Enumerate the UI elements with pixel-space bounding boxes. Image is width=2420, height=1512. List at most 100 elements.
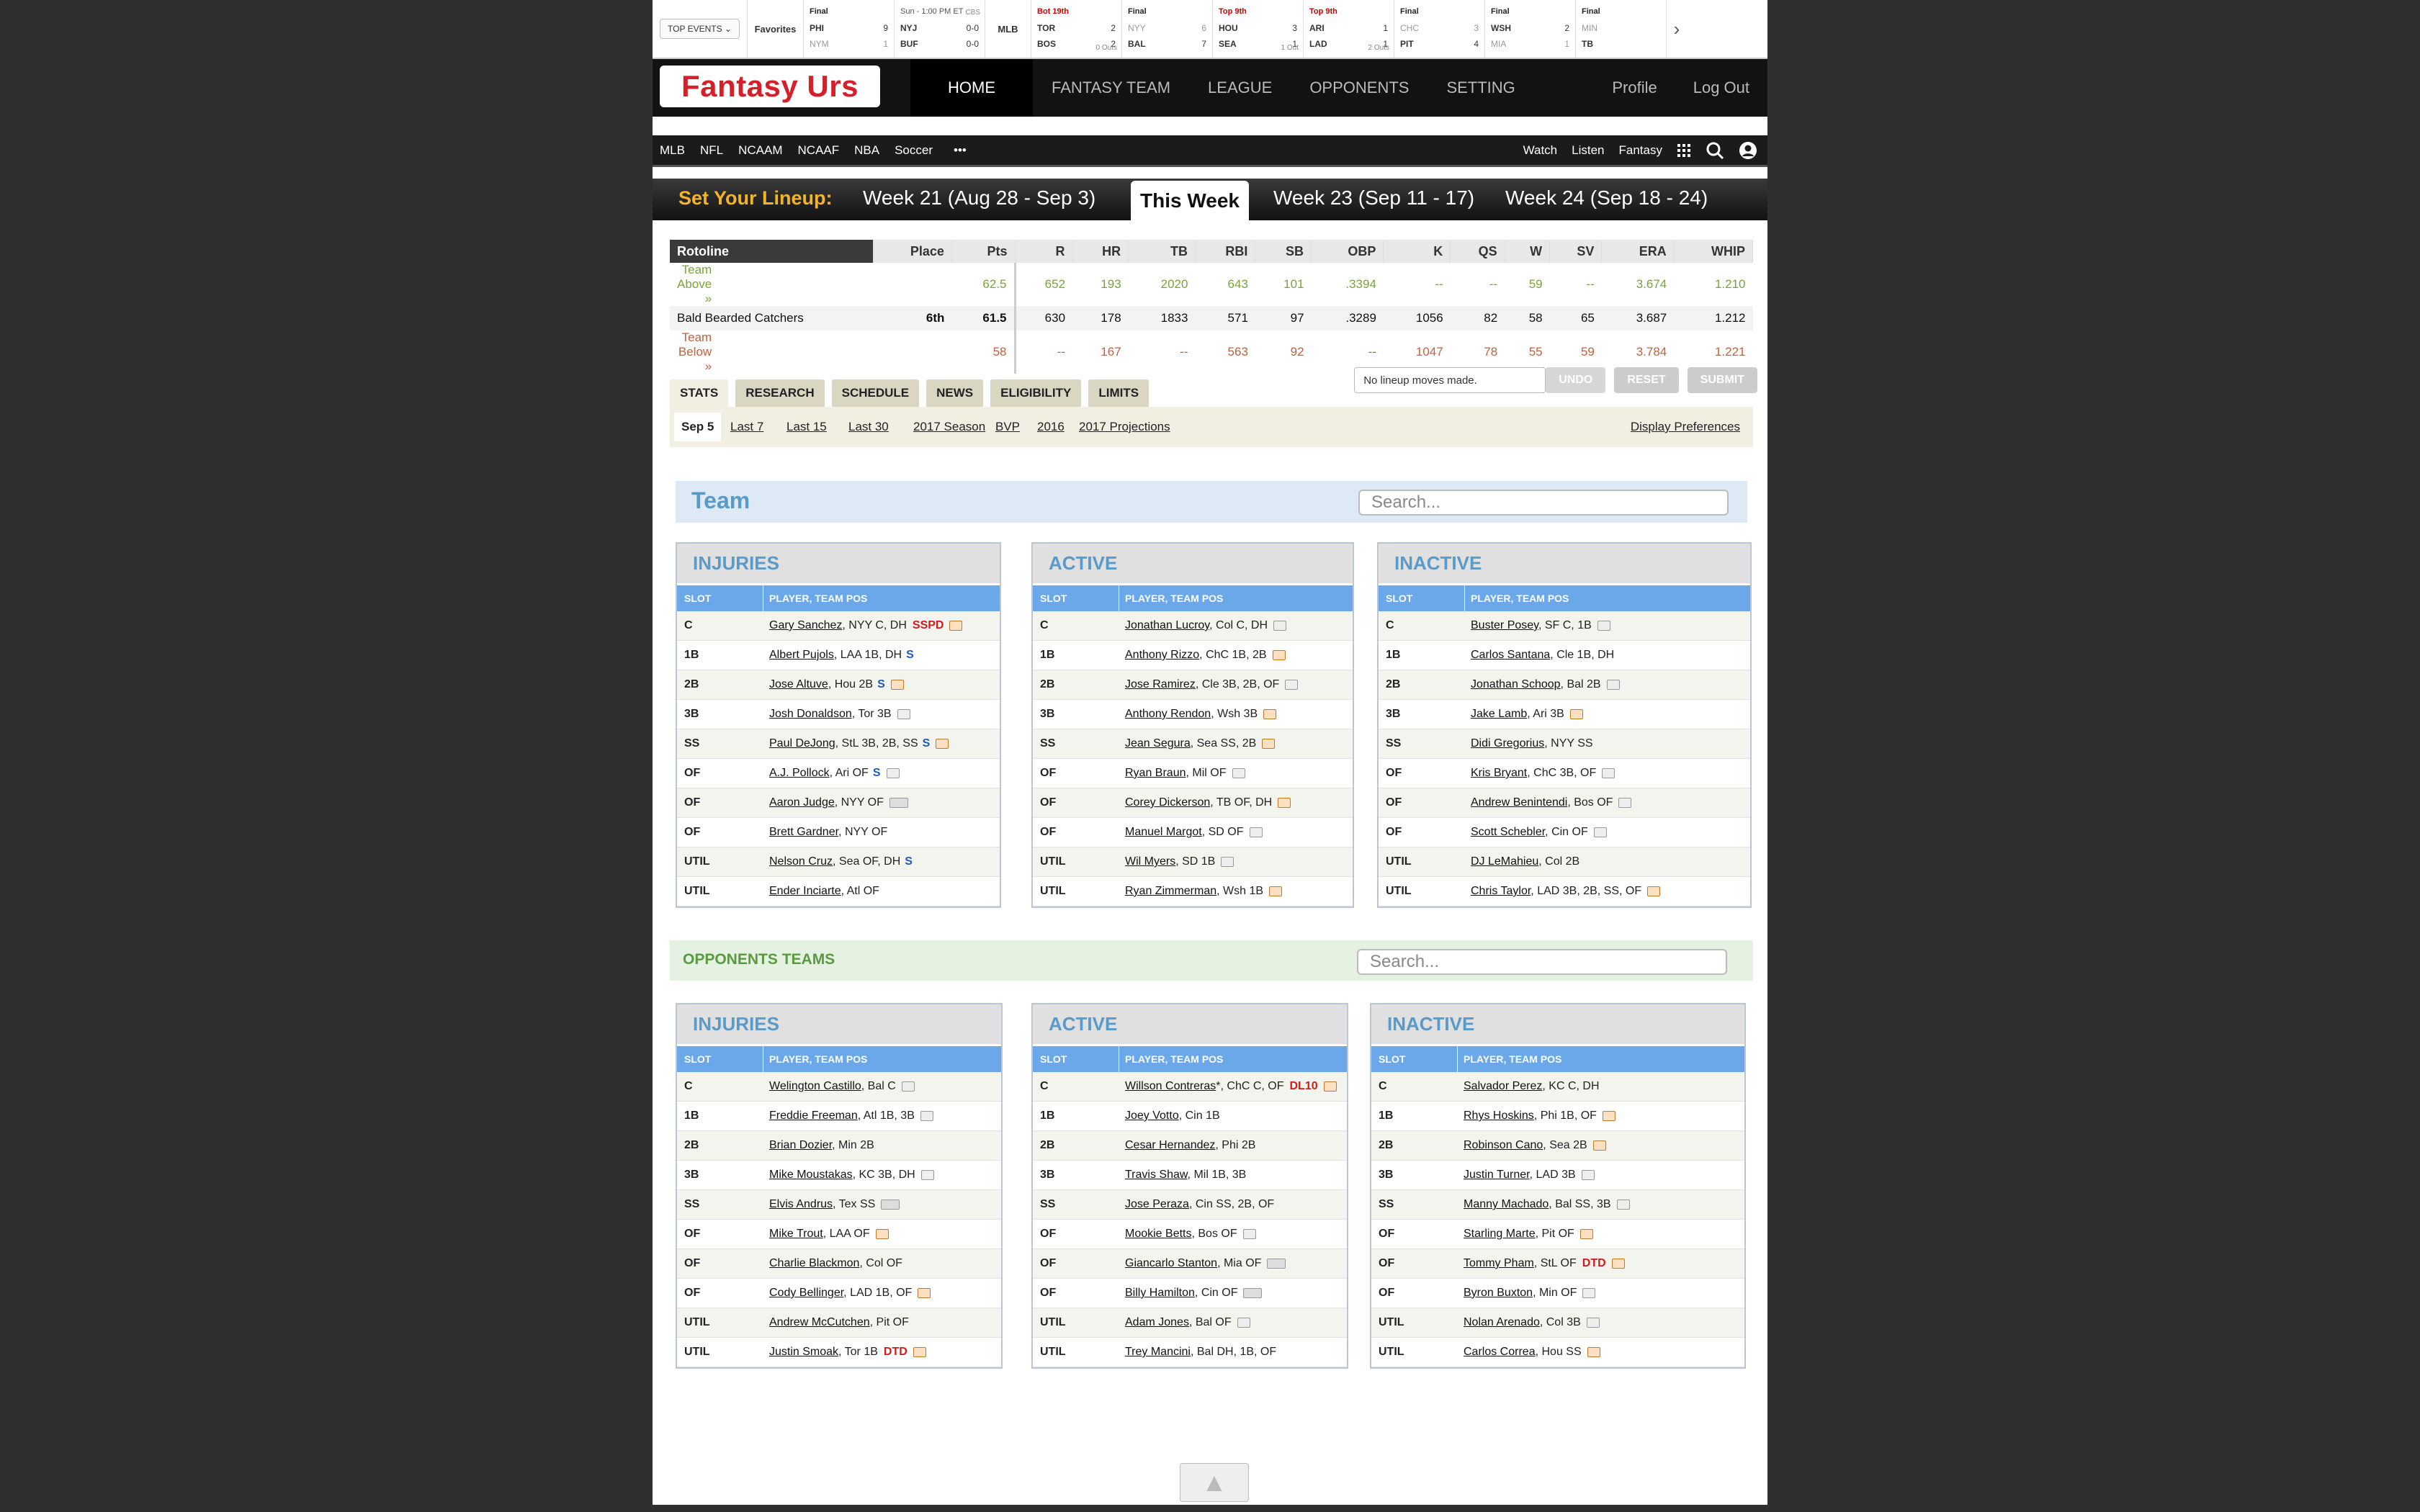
slot-label[interactable]: C [1033, 1080, 1119, 1093]
player-note-icon[interactable] [1269, 886, 1283, 896]
player-name-link[interactable]: Justin Smoak [769, 1346, 838, 1358]
slot-label[interactable]: UTIL [1379, 855, 1465, 868]
slot-label[interactable]: OF [1033, 1257, 1119, 1270]
sport-nfl[interactable]: NFL [700, 143, 723, 158]
user-account-icon[interactable] [1739, 141, 1757, 160]
slot-label[interactable]: 3B [677, 1169, 763, 1182]
player-note-icon[interactable] [1242, 1228, 1256, 1239]
display-preferences-link[interactable]: Display Preferences [1631, 407, 1740, 447]
player-name-link[interactable]: Carlos Santana [1471, 649, 1550, 661]
player-name-link[interactable]: Billy Hamilton [1125, 1287, 1195, 1299]
player-name-link[interactable]: Robinson Cano [1464, 1139, 1543, 1151]
player-note-icon[interactable] [1593, 827, 1607, 837]
slot-label[interactable]: C [1379, 619, 1465, 632]
player-name-link[interactable]: Ryan Braun [1125, 767, 1186, 779]
undo-button[interactable]: UNDO [1546, 367, 1606, 393]
slot-label[interactable]: OF [1379, 796, 1465, 809]
slot-label[interactable]: 1B [1379, 649, 1465, 662]
logout-link[interactable]: Log Out [1675, 59, 1767, 117]
player-name-link[interactable]: Mike Trout [769, 1228, 823, 1240]
player-note-icon[interactable] [1278, 797, 1291, 808]
slot-label[interactable]: OF [677, 1257, 763, 1270]
player-note-icon[interactable] [1602, 768, 1615, 778]
player-name-link[interactable]: Wil Myers [1125, 855, 1175, 868]
period-bvp[interactable]: BVP [995, 407, 1020, 447]
slot-label[interactable]: C [1033, 619, 1119, 632]
multiple-notes-icon[interactable] [1243, 1287, 1263, 1298]
player-name-link[interactable]: Jose Altuve [769, 678, 828, 690]
slot-label[interactable]: 1B [1033, 649, 1119, 662]
player-name-link[interactable]: Carlos Correa [1464, 1346, 1536, 1358]
player-name-link[interactable]: Nolan Arenado [1464, 1316, 1540, 1328]
player-name-link[interactable]: Kris Bryant [1471, 767, 1527, 779]
player-name-link[interactable]: Tommy Pham [1464, 1257, 1534, 1269]
player-note-icon[interactable] [936, 738, 949, 749]
player-name-link[interactable]: Jake Lamb [1471, 708, 1527, 720]
slot-label[interactable]: 3B [1371, 1169, 1458, 1182]
slot-label[interactable]: 3B [1379, 708, 1465, 721]
player-name-link[interactable]: Welington Castillo [769, 1080, 861, 1092]
favorites-tab[interactable]: Favorites [748, 0, 804, 58]
tab-stats[interactable]: STATS [670, 379, 729, 407]
period-2017-season[interactable]: 2017 Season [913, 407, 985, 447]
player-name-link[interactable]: Jonathan Lucroy [1125, 619, 1209, 631]
slot-label[interactable]: SS [1033, 1198, 1119, 1211]
player-name-link[interactable]: Brian Dozier [769, 1139, 832, 1151]
player-name-link[interactable]: Giancarlo Stanton [1125, 1257, 1217, 1269]
player-name-link[interactable]: A.J. Pollock [769, 767, 830, 779]
tab-limits[interactable]: LIMITS [1088, 379, 1150, 407]
player-name-link[interactable]: Salvador Perez [1464, 1080, 1542, 1092]
site-logo[interactable]: Fantasy Urs [660, 66, 880, 107]
slot-label[interactable]: OF [1379, 826, 1465, 839]
player-name-link[interactable]: Cesar Hernandez [1125, 1139, 1215, 1151]
tab-schedule[interactable]: SCHEDULE [831, 379, 920, 407]
listen-link[interactable]: Listen [1572, 143, 1604, 158]
slot-label[interactable]: UTIL [1033, 855, 1119, 868]
player-name-link[interactable]: Andrew Benintendi [1471, 796, 1567, 809]
sport-ncaaf[interactable]: NCAAF [798, 143, 840, 158]
multiple-notes-icon[interactable] [889, 797, 908, 808]
player-name-link[interactable]: Willson Contreras [1125, 1080, 1216, 1092]
player-note-icon[interactable] [1592, 1140, 1606, 1151]
period-sep5[interactable]: Sep 5 [674, 413, 722, 441]
game-score-card[interactable]: Final WSH 2 MIA 1 [1485, 0, 1576, 58]
player-name-link[interactable]: Scott Schebler [1471, 826, 1545, 838]
player-name-link[interactable]: Elvis Andrus [769, 1198, 833, 1210]
player-name-link[interactable]: Ryan Zimmerman [1125, 885, 1216, 897]
player-name-link[interactable]: Joey Votto [1125, 1110, 1179, 1122]
player-note-icon[interactable] [1618, 797, 1632, 808]
scroll-to-top-button[interactable]: ▲ [1180, 1463, 1249, 1502]
player-name-link[interactable]: Trey Mancini [1125, 1346, 1191, 1358]
slot-label[interactable]: 2B [677, 1139, 763, 1152]
player-name-link[interactable]: Manuel Margot [1125, 826, 1202, 838]
player-name-link[interactable]: Travis Shaw [1125, 1169, 1188, 1181]
week-23-tab[interactable]: Week 23 (Sep 11 - 17) [1273, 186, 1474, 210]
player-name-link[interactable]: Cody Bellinger [769, 1287, 843, 1299]
slot-label[interactable]: UTIL [1033, 885, 1119, 898]
slot-label[interactable]: OF [1371, 1257, 1458, 1270]
player-note-icon[interactable] [949, 620, 963, 631]
slot-label[interactable]: SS [677, 1198, 763, 1211]
player-note-icon[interactable] [1597, 620, 1610, 631]
player-name-link[interactable]: Anthony Rizzo [1125, 649, 1199, 661]
watch-link[interactable]: Watch [1523, 143, 1558, 158]
team-search-input[interactable]: Search... [1358, 490, 1729, 516]
slot-label[interactable]: 2B [677, 678, 763, 691]
tab-news[interactable]: NEWS [926, 379, 984, 407]
slot-label[interactable]: OF [677, 1287, 763, 1300]
player-name-link[interactable]: Aaron Judge [769, 796, 835, 809]
player-note-icon[interactable] [1587, 1346, 1600, 1357]
slot-label[interactable]: OF [677, 826, 763, 839]
week-21-tab[interactable]: Week 21 (Aug 28 - Sep 3) [863, 186, 1095, 210]
nav-setting[interactable]: SETTING [1428, 59, 1533, 117]
player-name-link[interactable]: Nelson Cruz [769, 855, 833, 868]
nav-home[interactable]: HOME [910, 59, 1033, 117]
game-score-card[interactable]: Final NYY 6 BAL 7 [1122, 0, 1213, 58]
period-last30[interactable]: Last 30 [848, 407, 889, 447]
player-note-icon[interactable] [1272, 649, 1286, 660]
slot-label[interactable]: OF [1033, 826, 1119, 839]
slot-label[interactable]: OF [677, 796, 763, 809]
slot-label[interactable]: UTIL [677, 885, 763, 898]
apps-grid-icon[interactable] [1677, 143, 1691, 158]
player-name-link[interactable]: Josh Donaldson [769, 708, 852, 720]
